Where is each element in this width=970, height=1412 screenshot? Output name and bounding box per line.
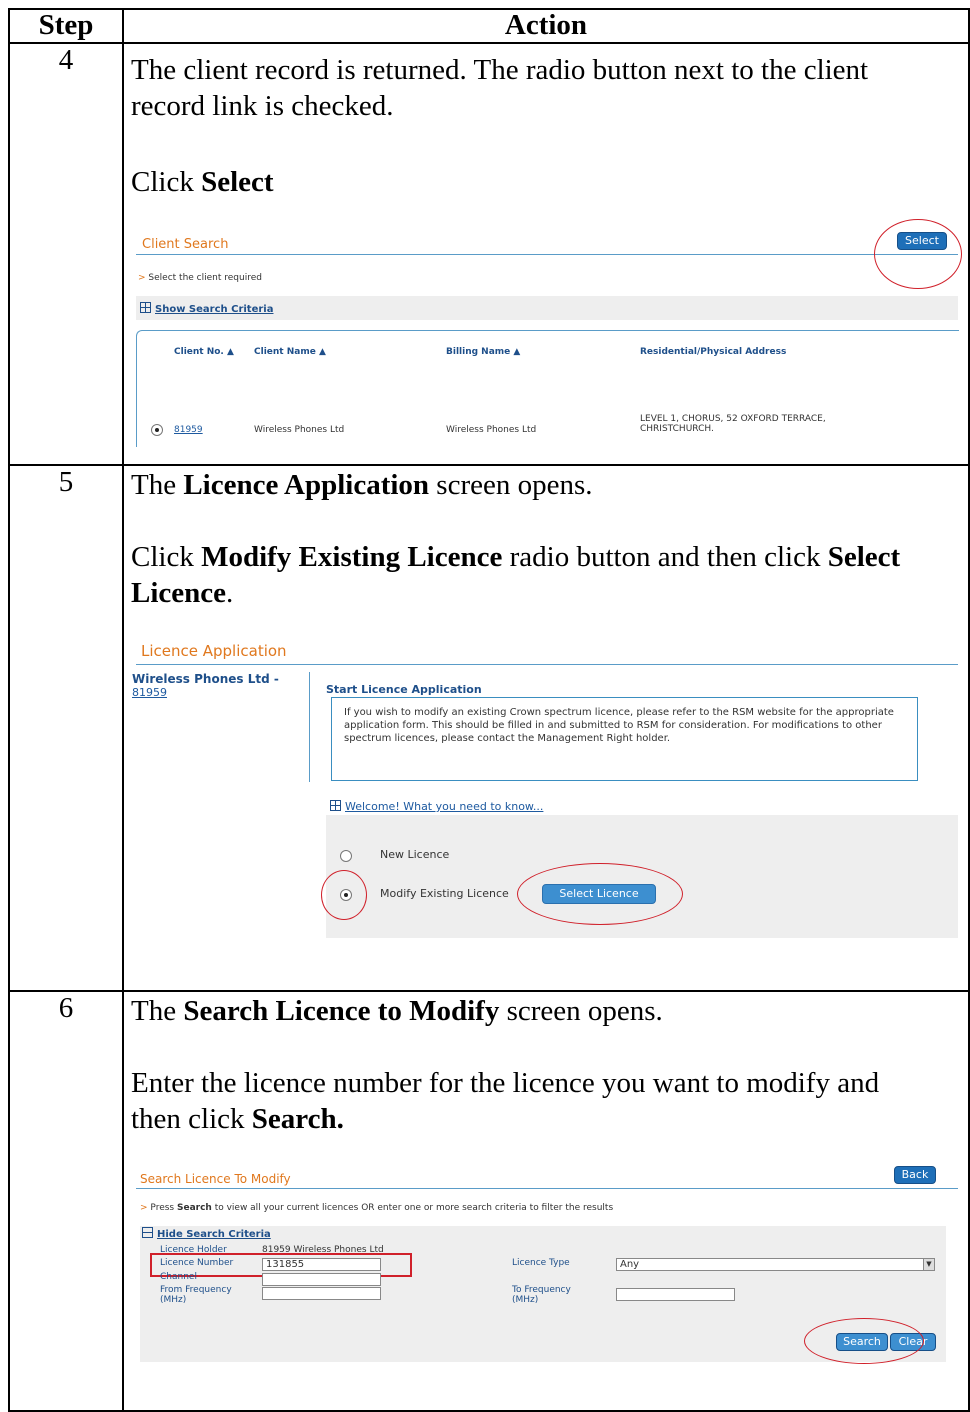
title-underline [136, 1188, 958, 1189]
col-client-no[interactable]: Client No. ▲ [174, 347, 234, 357]
step-row-4: 4 The client record is returned. The rad… [8, 42, 970, 466]
client-info: Wireless Phones Ltd - 81959 [132, 672, 279, 700]
hide-search-criteria-link[interactable]: Hide Search Criteria [142, 1227, 271, 1240]
new-licence-label: New Licence [380, 848, 450, 861]
client-radio[interactable] [151, 424, 163, 436]
step-click-instruction: Click Modify Existing Licence radio butt… [131, 541, 901, 609]
step-number: 6 [8, 990, 124, 1412]
modify-existing-licence-label: Modify Existing Licence [380, 887, 509, 900]
to-frequency-input[interactable] [616, 1288, 735, 1301]
channel-input[interactable] [262, 1273, 381, 1286]
step-click-instruction: Enter the licence number for the licence… [131, 1067, 880, 1135]
client-number-link[interactable]: 81959 [132, 686, 279, 700]
annotation-circle-button [517, 863, 683, 925]
step-column-header: Step [8, 8, 124, 44]
client-search-screenshot: Client Search Select > Select the client… [124, 214, 969, 464]
step-instruction: The Search Licence to Modify screen open… [131, 995, 663, 1027]
back-button[interactable]: Back [894, 1166, 936, 1184]
chevron-down-icon: ▼ [923, 1259, 934, 1270]
divider [309, 672, 310, 782]
section-title: Start Licence Application [326, 683, 482, 696]
expand-icon [330, 800, 341, 811]
licence-type-label: Licence Type [512, 1258, 570, 1268]
step-number: 4 [8, 42, 124, 466]
title-underline [136, 254, 958, 255]
step-action-cell: The Search Licence to Modify screen open… [122, 990, 970, 1412]
annotation-circle-radio [321, 870, 367, 920]
step-action-cell: The client record is returned. The radio… [122, 42, 970, 466]
to-frequency-label: To Frequency (MHz) [512, 1285, 571, 1305]
page-title: Licence Application [141, 642, 287, 660]
step-click-instruction: Click Select [131, 166, 274, 198]
licence-type-select[interactable]: Any ▼ [616, 1258, 935, 1271]
steps-table: Step Action 4 The client record is retur… [8, 8, 970, 1412]
new-licence-radio[interactable] [340, 850, 352, 862]
annotation-circle [874, 219, 962, 289]
page-title: Client Search [142, 237, 229, 252]
col-billing-name[interactable]: Billing Name ▲ [446, 347, 520, 357]
step-number: 5 [8, 464, 124, 992]
action-column-header: Action [122, 8, 970, 44]
welcome-link[interactable]: Welcome! What you need to know... [330, 800, 543, 813]
title-underline [136, 664, 958, 665]
info-box: If you wish to modify an existing Crown … [331, 697, 918, 781]
from-frequency-label: From Frequency (MHz) [160, 1285, 232, 1305]
annotation-circle [804, 1318, 924, 1364]
step-action-cell: The Licence Application screen opens. Cl… [122, 464, 970, 992]
billing-name-cell: Wireless Phones Ltd [446, 425, 537, 435]
client-name-cell: Wireless Phones Ltd [254, 425, 345, 435]
col-client-name[interactable]: Client Name ▲ [254, 347, 326, 357]
show-search-criteria-link[interactable]: Show Search Criteria [140, 302, 273, 315]
step-row-6: 6 The Search Licence to Modify screen op… [8, 990, 970, 1412]
licence-application-screenshot: Licence Application Wireless Phones Ltd … [124, 626, 969, 990]
address-cell: LEVEL 1, CHORUS, 52 OXFORD TERRACE, CHRI… [640, 414, 826, 434]
step-instruction: The Licence Application screen opens. [131, 469, 593, 501]
instruction-text: > Select the client required [138, 273, 262, 283]
expand-icon [140, 302, 151, 313]
client-number-link[interactable]: 81959 [174, 425, 203, 435]
step-row-5: 5 The Licence Application screen opens. … [8, 464, 970, 992]
step-instruction: The client record is returned. The radio… [131, 54, 869, 122]
col-address: Residential/Physical Address [640, 347, 787, 357]
search-licence-screenshot: Search Licence To Modify Back > Press Se… [124, 1152, 969, 1410]
page-title: Search Licence To Modify [140, 1172, 291, 1186]
instruction-text: > Press Search to view all your current … [140, 1203, 614, 1213]
from-frequency-input[interactable] [262, 1287, 381, 1300]
collapse-icon [142, 1227, 153, 1238]
channel-label: Channel [160, 1272, 197, 1282]
